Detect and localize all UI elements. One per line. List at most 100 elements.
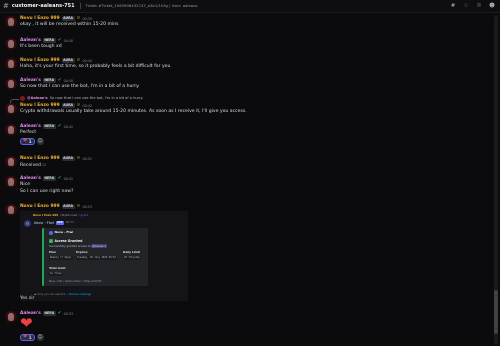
guild-tag[interactable]: AURA <box>61 156 75 162</box>
avatar[interactable] <box>5 38 17 50</box>
scrollbar-thumb[interactable] <box>494 290 498 334</box>
channel-hash-icon: # <box>3 1 9 10</box>
timestamp: 00:42 <box>82 103 92 108</box>
avatar[interactable] <box>5 311 17 323</box>
message[interactable]: Aalean's NERU ✔ 00:40 It's been tough xd <box>0 35 492 55</box>
avatar[interactable] <box>5 16 17 28</box>
username[interactable]: Aalean's <box>20 38 41 44</box>
message-text-content: Received <box>20 163 41 168</box>
avatar[interactable] <box>5 204 17 216</box>
avatar[interactable] <box>5 78 17 90</box>
embed-title: ✓ Access Granted <box>49 239 82 243</box>
message-feed: Novu l Enzo 999 AURA ♕ 00:39 okay , it w… <box>0 13 492 346</box>
field-value: 20 file/day <box>123 255 141 260</box>
header-divider <box>79 3 81 9</box>
message-text: okay , it will be received within 15-20 … <box>20 22 119 27</box>
username[interactable]: Aalean's <box>20 176 41 182</box>
reply-author[interactable]: @Aalean's <box>27 96 48 100</box>
embed-field-daily-limit: Daily Limit 20 file/day <box>123 250 141 261</box>
command-reply-preview[interactable]: Novu l Enzo 999 / RLJ2Z used / grant <box>33 213 88 217</box>
dismiss-message-link[interactable]: Dismiss message <box>69 293 92 296</box>
username[interactable]: Novu l Enzo 999 <box>20 204 60 210</box>
message[interactable]: @Aalean's So now that I can use the bot,… <box>0 95 492 121</box>
add-reaction-icon[interactable]: ☺ <box>36 138 44 145</box>
bot-avatar[interactable]: ⚙ <box>24 220 31 227</box>
guild-tag[interactable]: AURA <box>61 204 75 210</box>
guild-tag[interactable]: AURA <box>61 16 75 22</box>
message-header: Aalean's NERU ✔ 00:42 <box>20 124 73 130</box>
add-reaction-icon[interactable]: ☺ <box>36 334 44 341</box>
heart-reaction[interactable]: ❤ 1 <box>20 334 35 341</box>
pin-icon[interactable]: ☉ <box>476 3 482 9</box>
embed-field-plan: Plan Weekly (7 days) <box>49 250 73 261</box>
members-icon[interactable]: ☻ <box>489 3 495 9</box>
message[interactable]: Aalean's NERU ✔ 00:42 Perfect ❤ 1 ☺ <box>0 121 492 151</box>
reaction-count: 1 <box>28 335 32 340</box>
threads-icon[interactable]: # <box>450 3 456 9</box>
message[interactable]: Aalean's NERU ✔ 00:53 <box>0 309 492 346</box>
username[interactable]: Aalean's <box>20 78 41 84</box>
bot-name[interactable]: Nova - Fiwi <box>34 221 54 225</box>
bot-response: Novu l Enzo 999 / RLJ2Z used / grant ⚙ N… <box>20 211 188 301</box>
reply-preview[interactable]: @Aalean's So now that I can use the bot,… <box>20 96 143 101</box>
verified-check-icon: ✔ <box>57 124 62 129</box>
user-mention[interactable]: @Aalean's <box>91 244 107 248</box>
guild-tag[interactable]: NERU <box>42 38 56 44</box>
timestamp: 00:40 <box>63 38 74 43</box>
avatar[interactable] <box>5 176 17 188</box>
guild-tag[interactable]: NERU <box>42 311 56 317</box>
embed-description: Successfully granted access to @Aalean's <box>49 244 107 248</box>
guild-tag[interactable]: NERU <box>42 78 56 84</box>
embed-card: Nova - Fiwi ✓ Access Granted Successfull… <box>42 228 148 286</box>
avatar[interactable] <box>5 156 17 168</box>
reaction-count: 1 <box>28 139 32 144</box>
timestamp: 00:53 <box>63 311 74 316</box>
message-text: So now that I can use the bot, I'm in a … <box>20 84 140 89</box>
heart-reaction[interactable]: ❤ 1 <box>20 138 35 145</box>
username[interactable]: Novu l Enzo 999 <box>20 156 60 162</box>
message-text: Perfect <box>20 130 37 135</box>
command-name[interactable]: / grant <box>79 213 88 217</box>
field-name: Plan <box>49 250 56 254</box>
heart-emoji-icon: ❤ <box>20 314 33 332</box>
channel-name[interactable]: customer-aaleans-751 <box>12 3 75 9</box>
guild-tag[interactable]: NERU <box>42 176 56 182</box>
crown-icon: ♕ <box>76 58 81 63</box>
reactions: ❤ 1 ☺ <box>20 138 44 145</box>
header-toolbar: # ♢ ☉ ☻ <box>450 3 495 9</box>
username[interactable]: Novu l Enzo 999 <box>20 58 60 64</box>
guild-tag[interactable]: NERU <box>42 124 56 130</box>
message[interactable]: Aalean's NERU ✔ 00:40 So now that I can … <box>0 75 492 95</box>
username[interactable]: Aalean's <box>20 124 41 130</box>
message[interactable]: Novu l Enzo 999 AURA ♕ 00:52 Received ☑ <box>0 153 492 173</box>
message-header: Novu l Enzo 999 AURA ♕ 00:42 <box>20 103 92 109</box>
reply-text[interactable]: So now that I can use the bot, I'm in a … <box>50 96 144 100</box>
avatar[interactable] <box>5 103 17 115</box>
embed-title-text: Access Granted <box>54 239 83 243</box>
bell-icon[interactable]: ♢ <box>463 3 469 9</box>
avatar[interactable] <box>5 58 17 70</box>
guild-tag[interactable]: AURA <box>61 58 75 64</box>
message-header: Novu l Enzo 999 AURA ♕ 00:53 <box>20 204 92 210</box>
guild-tag[interactable]: AURA <box>61 103 75 109</box>
timestamp: 00:52 <box>82 156 92 161</box>
embed-description-text: Successfully granted access to <box>49 244 91 248</box>
message[interactable]: Novu l Enzo 999 AURA ♕ 00:39 okay , it w… <box>0 13 492 33</box>
embed-field-expires: Expires Tuesday, 26 July 2024 00:53 <box>76 250 117 261</box>
message-text: It's been tough xd <box>20 44 62 49</box>
avatar[interactable] <box>5 124 17 136</box>
check-emoji-icon: ☑ <box>42 162 46 167</box>
username[interactable]: Novu l Enzo 999 <box>20 103 60 109</box>
timestamp: 00:39 <box>82 16 92 21</box>
timestamp: 00:40 <box>82 58 92 63</box>
timestamp: 00:53 <box>82 204 92 209</box>
username[interactable]: Novu l Enzo 999 <box>20 16 60 22</box>
embed-field-total-limit: Total Limit 1k files <box>49 266 66 277</box>
crown-icon: ♕ <box>76 16 81 21</box>
message[interactable]: Aalean's NERU ✔ 00:52 Nice So I can use … <box>0 173 492 201</box>
verified-check-icon: ✔ <box>57 38 62 43</box>
embed-author-icon <box>49 231 53 235</box>
channel-topic[interactable]: Ticket #Ticket_1063906432747_a3b1/1k3g |… <box>86 3 198 9</box>
message[interactable]: Novu l Enzo 999 AURA ♕ 00:40 Haha, it's … <box>0 55 492 75</box>
command-user[interactable]: Novu l Enzo 999 <box>33 213 58 217</box>
